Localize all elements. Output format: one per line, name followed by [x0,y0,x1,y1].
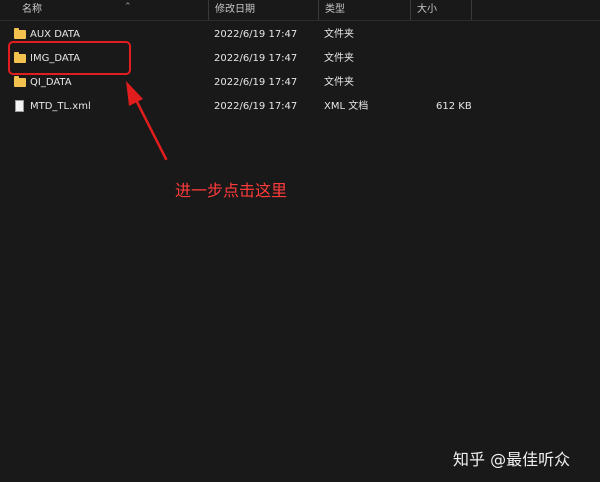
annotation-arrow [126,81,168,161]
annotation-text: 进一步点击这里 [175,181,288,200]
watermark: 知乎 @最佳听众 [453,450,571,469]
